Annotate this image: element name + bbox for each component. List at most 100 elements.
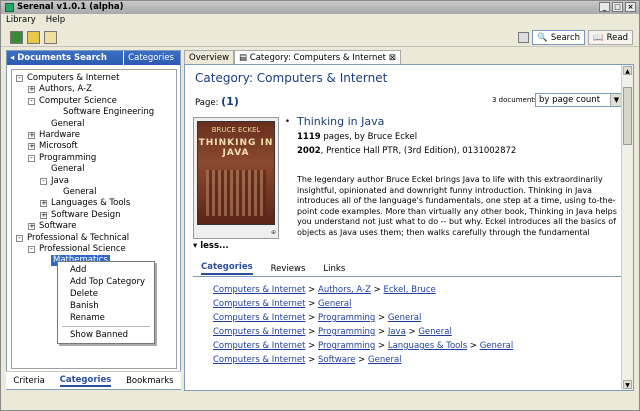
left-bottom-tabs: Criteria Categories Bookmarks — [6, 371, 181, 389]
tree-node[interactable]: Microsoft — [39, 141, 78, 152]
category-link[interactable]: Programming — [318, 327, 375, 337]
tree-node[interactable]: Authors, A-Z — [39, 84, 92, 95]
tree-toggle-icon[interactable]: - — [16, 234, 23, 242]
tab-reviews[interactable]: Reviews — [271, 264, 306, 274]
category-link[interactable]: Computers & Internet — [213, 285, 305, 295]
library-icon[interactable] — [10, 30, 23, 44]
app-window: Serenal v1.0.1 (alpha) _ □ × Library Hel… — [0, 0, 640, 411]
page-number[interactable]: (1) — [221, 95, 239, 108]
tree-toggle-icon[interactable]: + — [28, 132, 35, 139]
book-pages: 1119 pages, by Bruce Eckel — [297, 132, 418, 142]
document-count: 3 documents — [492, 96, 538, 104]
categories-link[interactable]: Categories — [123, 51, 178, 65]
category-link[interactable]: Java — [388, 327, 406, 337]
close-button[interactable]: × — [625, 2, 636, 12]
open-folder-icon[interactable] — [27, 30, 40, 44]
tree-node[interactable]: Professional Science — [39, 244, 126, 255]
tree-node[interactable]: Hardware — [39, 130, 80, 141]
category-link[interactable]: Computers & Internet — [213, 313, 305, 323]
category-link[interactable]: Computers & Internet — [213, 341, 305, 351]
category-link[interactable]: Eckel, Bruce — [384, 285, 436, 295]
category-link[interactable]: General — [368, 355, 402, 365]
category-link[interactable]: General — [480, 341, 514, 351]
category-link[interactable]: General — [388, 313, 422, 323]
context-menu-add-top-category[interactable]: Add Top Category — [58, 276, 154, 288]
tree-toggle-icon[interactable]: - — [28, 154, 35, 162]
tree-toggle-icon[interactable]: + — [28, 143, 35, 151]
path-separator: > — [305, 299, 318, 309]
tab-criteria[interactable]: Criteria — [13, 376, 44, 386]
bullet-icon: • — [285, 117, 291, 127]
tree-node[interactable]: Software — [39, 221, 76, 232]
scroll-thumb[interactable] — [623, 87, 632, 145]
path-separator: > — [375, 313, 388, 323]
context-menu-add[interactable]: Add — [58, 264, 154, 276]
close-tab-icon[interactable]: ⊠ — [389, 53, 396, 63]
maximize-button[interactable]: □ — [612, 2, 623, 12]
tree-toggle-icon[interactable]: + — [28, 223, 35, 231]
context-menu-show-banned[interactable]: Show Banned — [58, 329, 154, 341]
book-cover[interactable]: BRUCE ECKEL THINKING IN JAVA ⊕ — [193, 117, 279, 239]
sort-select[interactable]: by page count ▼ — [535, 93, 623, 107]
search-perspective-button[interactable]: 🔍 Search — [532, 30, 586, 45]
context-menu-rename[interactable]: Rename — [58, 312, 154, 324]
book-title[interactable]: Thinking in Java — [297, 115, 384, 128]
tree-toggle-icon[interactable]: - — [28, 97, 35, 105]
tree-node[interactable]: Professional & Technical — [27, 233, 129, 244]
tree-node[interactable]: General — [51, 119, 85, 130]
tab-bookmarks[interactable]: Bookmarks — [126, 376, 174, 386]
context-menu-delete[interactable]: Delete — [58, 288, 154, 300]
zoom-icon[interactable]: ⊕ — [271, 229, 276, 236]
edit-icon[interactable] — [44, 30, 57, 44]
less-toggle[interactable]: ▾ less... — [193, 241, 229, 251]
path-separator: > — [370, 285, 384, 295]
category-path-row: Computers & Internet > General — [213, 297, 513, 311]
tree-node[interactable]: Computers & Internet — [27, 73, 119, 84]
panel-arrow-icon[interactable]: ◂ — [10, 53, 14, 63]
open-perspective-icon[interactable] — [518, 32, 530, 43]
tree-node[interactable]: General — [51, 164, 85, 175]
category-link[interactable]: Programming — [318, 313, 375, 323]
category-path-row: Computers & Internet > Authors, A-Z > Ec… — [213, 283, 513, 297]
tab-categories-detail[interactable]: Categories — [201, 262, 253, 275]
tree-toggle-icon[interactable]: - — [16, 75, 23, 82]
tree-toggle-icon[interactable]: + — [40, 200, 47, 208]
tree-node[interactable]: Software Engineering — [63, 107, 154, 118]
tree-node[interactable]: General — [63, 187, 97, 198]
tab-category[interactable]: ▤ Category: Computers & Internet ⊠ — [234, 50, 401, 65]
tree-toggle-icon[interactable]: - — [28, 246, 35, 253]
minimize-button[interactable]: _ — [599, 2, 610, 12]
vertical-scrollbar[interactable]: ▲ ▼ — [621, 65, 633, 390]
category-link[interactable]: Computers & Internet — [213, 327, 305, 337]
path-separator: > — [305, 355, 318, 365]
tree-toggle-icon[interactable]: - — [40, 177, 47, 185]
category-link[interactable]: Programming — [318, 341, 375, 351]
category-view: Category: Computers & Internet Page: (1)… — [184, 64, 634, 391]
menu-library[interactable]: Library — [6, 14, 36, 27]
tab-categories[interactable]: Categories — [59, 375, 112, 387]
tree-node[interactable]: Languages & Tools — [51, 198, 130, 209]
path-separator: > — [305, 285, 318, 295]
category-link[interactable]: General — [318, 299, 352, 309]
scroll-up-icon[interactable]: ▲ — [623, 66, 632, 75]
read-perspective-button[interactable]: 📖 Read — [588, 30, 633, 45]
category-link[interactable]: Languages & Tools — [388, 341, 467, 351]
category-link[interactable]: Computers & Internet — [213, 299, 305, 309]
tree-toggle-icon[interactable]: + — [40, 211, 47, 219]
tree-node[interactable]: Java — [51, 176, 69, 187]
menu-help[interactable]: Help — [46, 14, 65, 27]
category-link[interactable]: General — [418, 327, 452, 337]
category-link[interactable]: Software — [318, 355, 355, 365]
tree-toggle-icon[interactable]: + — [28, 86, 35, 94]
tree-node[interactable]: Software Design — [51, 210, 121, 221]
tree-node[interactable]: Programming — [39, 153, 96, 164]
category-path-row: Computers & Internet > Programming > Lan… — [213, 339, 513, 353]
context-menu-banish[interactable]: Banish — [58, 300, 154, 312]
tab-overview[interactable]: Overview — [184, 50, 235, 65]
category-link[interactable]: Authors, A-Z — [318, 285, 371, 295]
category-link[interactable]: Computers & Internet — [213, 355, 305, 365]
tab-links[interactable]: Links — [323, 264, 345, 274]
scroll-down-icon[interactable]: ▼ — [623, 380, 632, 389]
path-separator: > — [375, 327, 388, 337]
tree-node[interactable]: Computer Science — [39, 96, 117, 107]
